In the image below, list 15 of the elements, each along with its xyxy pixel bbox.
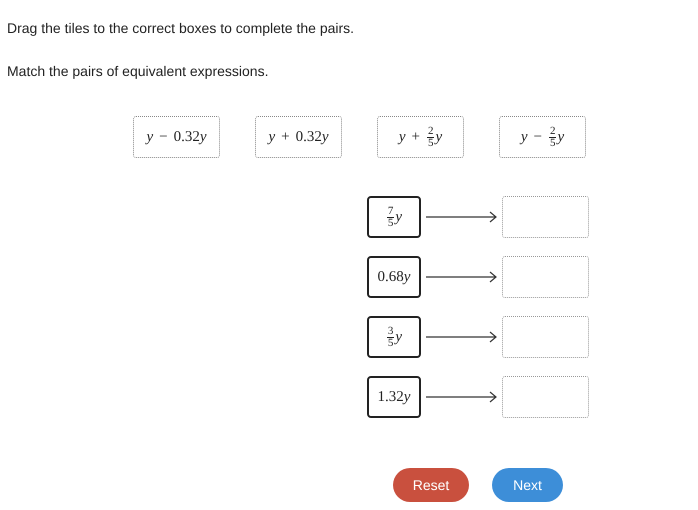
arrow-icon — [426, 211, 498, 223]
instruction-text: Match the pairs of equivalent expressions. — [7, 62, 270, 81]
drop-target[interactable] — [502, 376, 589, 418]
arrow-icon — [426, 271, 498, 283]
arrow-icon — [426, 331, 498, 343]
expression-box: 1.32y — [367, 376, 421, 418]
expression-tile[interactable]: y + 0.32y — [255, 116, 342, 158]
reset-button[interactable]: Reset — [393, 468, 469, 502]
instruction-text: Drag the tiles to the correct boxes to complete the pairs. — [7, 19, 356, 38]
drop-target[interactable] — [502, 196, 589, 238]
arrow-icon — [426, 391, 498, 403]
expression-tile[interactable]: y − 0.32y — [133, 116, 220, 158]
expression-box: 0.68y — [367, 256, 421, 298]
drop-target[interactable] — [502, 256, 589, 298]
drop-target[interactable] — [502, 316, 589, 358]
